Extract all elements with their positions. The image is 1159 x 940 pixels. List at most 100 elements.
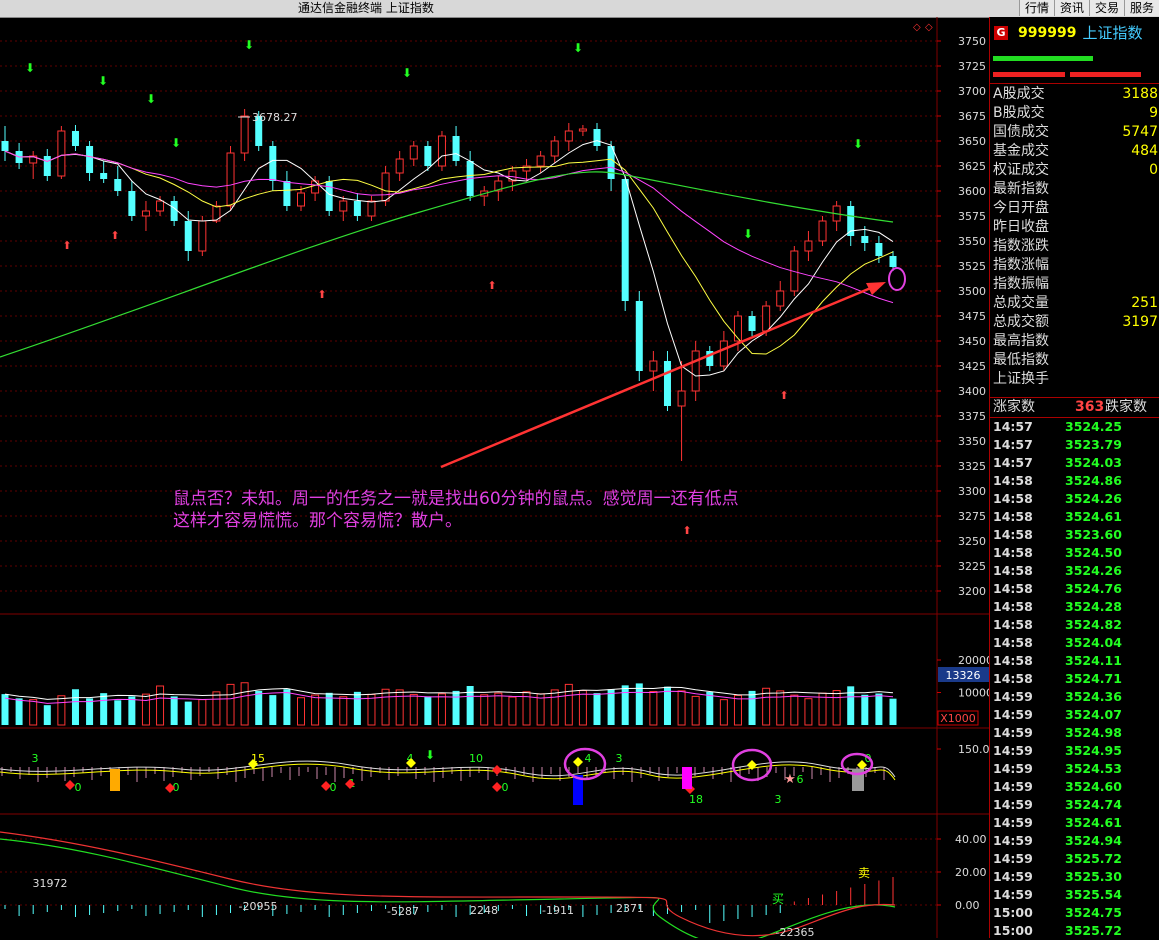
candle-body-up (677, 390, 686, 407)
sell-arrow-icon: ⬇ (425, 748, 435, 762)
menu-news[interactable]: 资讯 (1053, 0, 1089, 16)
price-tick-label: 3250 (958, 535, 986, 548)
price-tick-label: 3500 (958, 285, 986, 298)
tick-time: 14:59 (993, 833, 1033, 848)
tick-row: 14:58 3524.61 (993, 508, 1158, 526)
strength-bar-red-2 (1070, 72, 1141, 77)
volume-bar-down (100, 693, 108, 725)
menu-quotes[interactable]: 行情 (1018, 0, 1054, 16)
price-tick-label: 3225 (958, 560, 986, 573)
indicator-tick-label: 150.0 (958, 743, 989, 756)
stat-value: 0 (1149, 162, 1158, 178)
candle-body-down (283, 181, 291, 206)
tick-row: 14:59 3524.53 (993, 760, 1158, 778)
corner-marker: ◇ (913, 22, 921, 33)
menu-trade[interactable]: 交易 (1088, 0, 1124, 16)
volume-bar-down (748, 690, 756, 725)
orange-bar-marker (110, 769, 120, 791)
volume-bar-down (283, 689, 291, 725)
tick-time: 14:58 (993, 671, 1033, 686)
tick-time: 15:00 (993, 905, 1033, 920)
candle-body-down (325, 181, 333, 211)
stat-row: 最低指数 (993, 351, 1158, 370)
tick-time: 14:59 (993, 707, 1033, 722)
advance-label: 涨家数 (993, 399, 1035, 415)
stat-row: 指数涨跌 (993, 237, 1158, 256)
candle-body-down (170, 201, 178, 221)
volume-bar-up (212, 691, 221, 726)
candle-body-up (381, 172, 390, 202)
tick-time: 14:58 (993, 473, 1033, 488)
tick-row: 14:58 3524.71 (993, 670, 1158, 688)
security-name: 上证指数 (1082, 24, 1143, 42)
volume-bar-down (706, 691, 714, 725)
tick-time: 14:57 (993, 419, 1033, 434)
macd-tick-label: 0.00 (955, 899, 980, 912)
volume-bar-down (847, 686, 855, 725)
sell-arrow-icon: ⬇ (573, 41, 583, 55)
macd-value-label: -22365 (776, 926, 815, 938)
volume-bar-up (381, 688, 390, 726)
candle-body-down (184, 221, 192, 251)
tick-time: 14:58 (993, 563, 1033, 578)
indicator-label: 0 (330, 781, 337, 794)
tick-row: 14:59 3524.60 (993, 778, 1158, 796)
tick-price: 3524.50 (1065, 545, 1122, 560)
candle-body-up (395, 158, 404, 174)
menu-service[interactable]: 服务 (1123, 0, 1159, 16)
tick-price: 3524.61 (1065, 509, 1122, 524)
volume-bar-up (776, 690, 785, 726)
volume-bar-up (367, 693, 376, 726)
tick-row: 14:57 3523.79 (993, 436, 1158, 454)
volume-bar-down (889, 698, 897, 725)
stat-label: 指数振幅 (993, 276, 1049, 292)
quote-panel: G 999999 上证指数 A股成交 3188 B股成交 9 国债成交 5747 基金成交 4… (989, 17, 1159, 938)
candle-body-up (198, 220, 207, 252)
candle-body-up (550, 140, 559, 157)
tick-price: 3524.86 (1065, 473, 1122, 488)
price-tick-label: 3525 (958, 260, 986, 273)
stat-row: 上证换手 (993, 370, 1158, 389)
stat-row: 总成交量 251 (993, 294, 1158, 313)
buy-arrow-icon: ⬆ (779, 389, 788, 402)
chart-area[interactable]: 3750372537003675365036253600357535503525… (0, 17, 989, 938)
tick-price: 3524.74 (1065, 797, 1122, 812)
annotation-arrow-line (440, 283, 879, 469)
volume-bar-up (818, 692, 827, 726)
candle-body-up (536, 155, 545, 167)
candle-body-down (128, 191, 136, 216)
volume-bar-up (649, 691, 658, 726)
g-badge-icon: G (994, 25, 1008, 40)
price-tick-label: 3325 (958, 460, 986, 473)
tick-row: 14:58 3524.28 (993, 598, 1158, 616)
volume-tick-label: 20000 (958, 654, 989, 667)
tick-row: 14:58 3524.11 (993, 652, 1158, 670)
stat-label: 基金成交 (993, 143, 1049, 159)
diamond-signal-icon (573, 757, 583, 767)
annotation-arrowhead (866, 282, 886, 295)
macd-dif-line (0, 838, 896, 938)
stat-label: A股成交 (993, 86, 1045, 102)
macd-tick-label: 20.00 (955, 866, 987, 879)
stat-row: 基金成交 484 (993, 142, 1158, 161)
price-tick-label: 3200 (958, 585, 986, 598)
buy-arrow-icon: ⬆ (317, 288, 326, 301)
tick-price: 3524.82 (1065, 617, 1122, 632)
stat-value: 9 (1149, 105, 1158, 121)
stat-label: 国债成交 (993, 124, 1049, 140)
security-header: G 999999 上证指数 (994, 22, 1142, 43)
tick-price: 3523.60 (1065, 527, 1122, 542)
annotation-text: 鼠点否？未知。周一的任务之一就是找出60分钟的鼠点。感觉周一还有低点 (173, 489, 739, 509)
tick-price: 3525.72 (1065, 923, 1122, 938)
tick-time: 14:58 (993, 635, 1033, 650)
candle-body-down (875, 243, 883, 256)
tick-time: 14:59 (993, 851, 1033, 866)
volume-bar-up (409, 693, 418, 726)
tick-price: 3524.03 (1065, 455, 1122, 470)
macd-value-label: -20955 (239, 900, 278, 913)
indicator-label: 0 (75, 781, 82, 794)
tick-time: 14:59 (993, 887, 1033, 902)
candle-body-down (452, 136, 460, 161)
candle-body-up (57, 130, 66, 177)
stat-value: 251 (1131, 295, 1158, 311)
